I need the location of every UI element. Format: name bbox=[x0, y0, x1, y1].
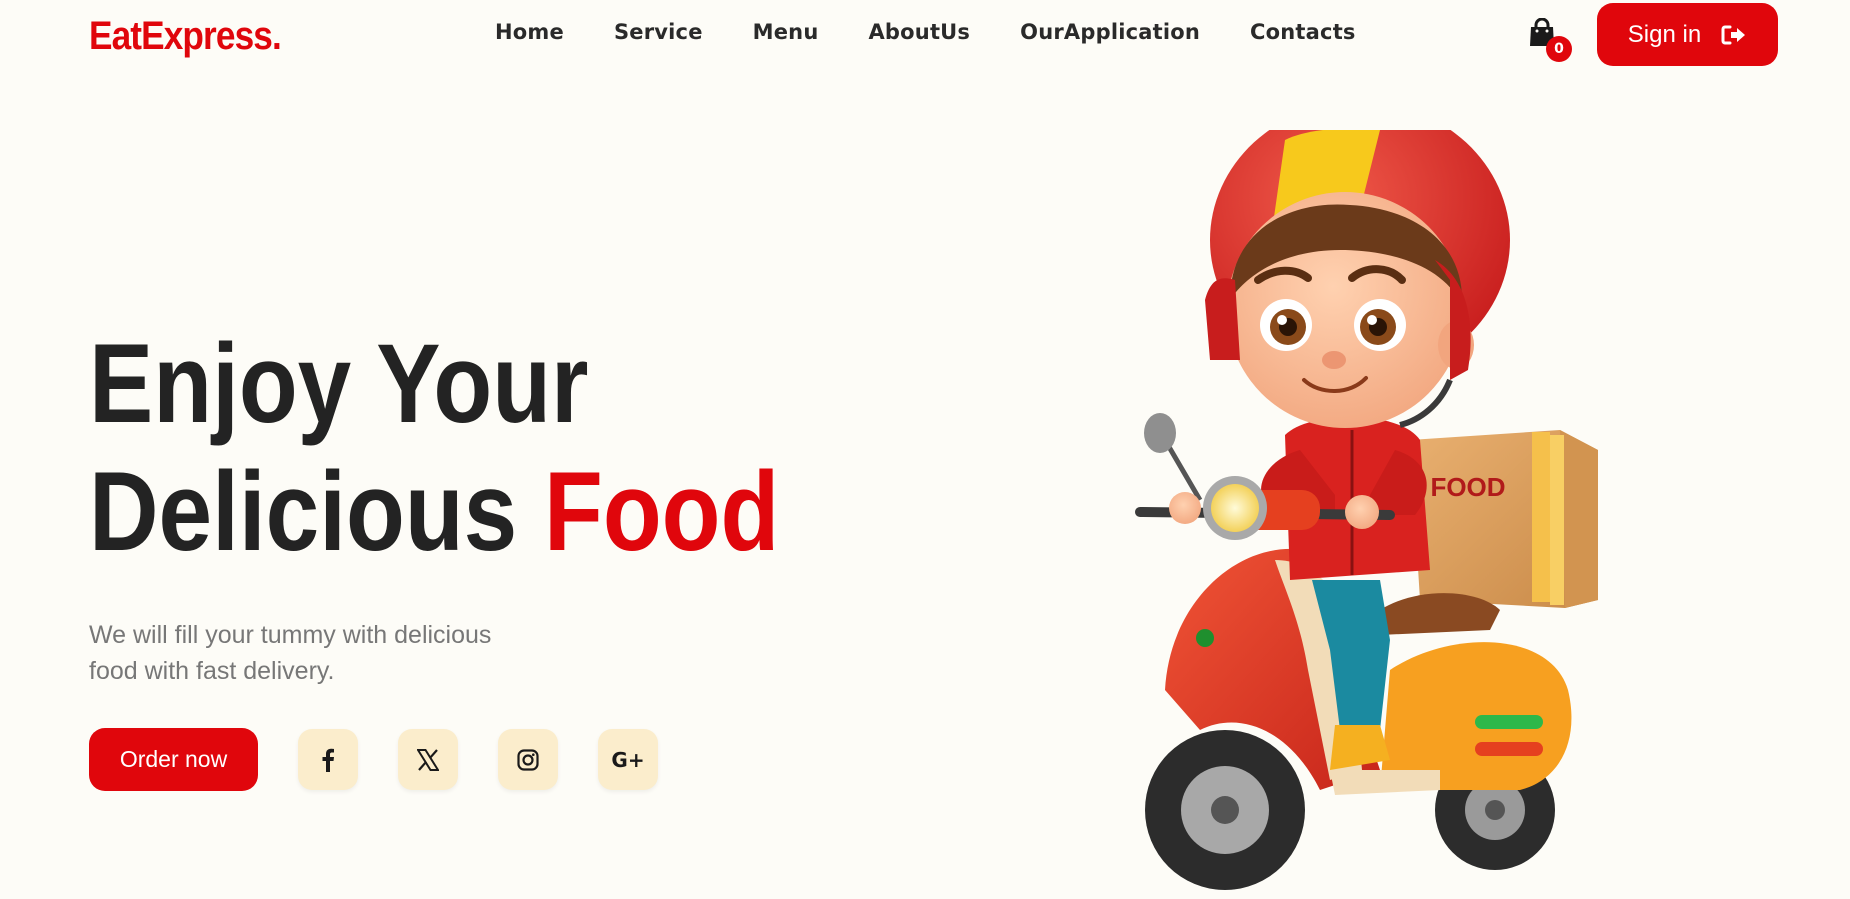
nav-item-ourapplication: OurApplication bbox=[1020, 20, 1200, 44]
nav-link-contacts[interactable]: Contacts bbox=[1250, 20, 1356, 44]
x-twitter-icon bbox=[417, 748, 439, 771]
delivery-scooter-illustration: FOOD bbox=[1135, 130, 1598, 890]
cart-button[interactable]: 0 bbox=[1526, 16, 1572, 62]
google-plus-icon: G+ bbox=[611, 747, 645, 772]
brand-logo[interactable]: EatExpress. bbox=[89, 14, 282, 59]
nav-item-aboutus: AboutUs bbox=[868, 20, 970, 44]
nav-item-menu: Menu bbox=[753, 20, 819, 44]
sign-in-button[interactable]: Sign in bbox=[1597, 3, 1778, 66]
nav-link-service[interactable]: Service bbox=[614, 20, 703, 44]
facebook-icon bbox=[322, 748, 334, 772]
cart-count-badge: 0 bbox=[1546, 36, 1572, 62]
instagram-icon bbox=[517, 748, 539, 771]
nav-item-home: Home bbox=[495, 20, 564, 44]
nav-link-home[interactable]: Home bbox=[495, 20, 564, 44]
front-wheel bbox=[1145, 730, 1305, 890]
hero-title-line1: Enjoy Your bbox=[89, 321, 589, 446]
x-twitter-link[interactable] bbox=[398, 729, 458, 790]
hero-subtitle: We will fill your tummy with delicious f… bbox=[89, 621, 492, 685]
box-label: FOOD bbox=[1430, 472, 1505, 502]
nav-item-service: Service bbox=[614, 20, 703, 44]
landing-page: EatExpress. Home Service Menu AboutUs Ou… bbox=[0, 0, 1850, 899]
sign-in-label: Sign in bbox=[1627, 20, 1702, 48]
nav-link-menu[interactable]: Menu bbox=[753, 20, 819, 44]
sign-in-icon bbox=[1721, 25, 1746, 44]
nav-link-aboutus[interactable]: AboutUs bbox=[868, 20, 970, 44]
instagram-link[interactable] bbox=[498, 729, 558, 790]
nav-item-contacts: Contacts bbox=[1250, 20, 1356, 44]
facebook-link[interactable] bbox=[298, 729, 358, 790]
hero-title-line2: Delicious bbox=[89, 449, 544, 574]
nav-link-ourapplication[interactable]: OurApplication bbox=[1020, 20, 1200, 44]
rider-head bbox=[1205, 130, 1510, 428]
order-now-button[interactable]: Order now bbox=[89, 728, 258, 791]
hero-title: Enjoy Your Delicious Food bbox=[89, 320, 779, 576]
hero-title-accent: Food bbox=[543, 449, 780, 574]
main-nav: Home Service Menu AboutUs OurApplication… bbox=[495, 20, 1356, 44]
google-plus-link[interactable]: G+ bbox=[598, 729, 658, 790]
food-box: FOOD bbox=[1410, 430, 1598, 608]
